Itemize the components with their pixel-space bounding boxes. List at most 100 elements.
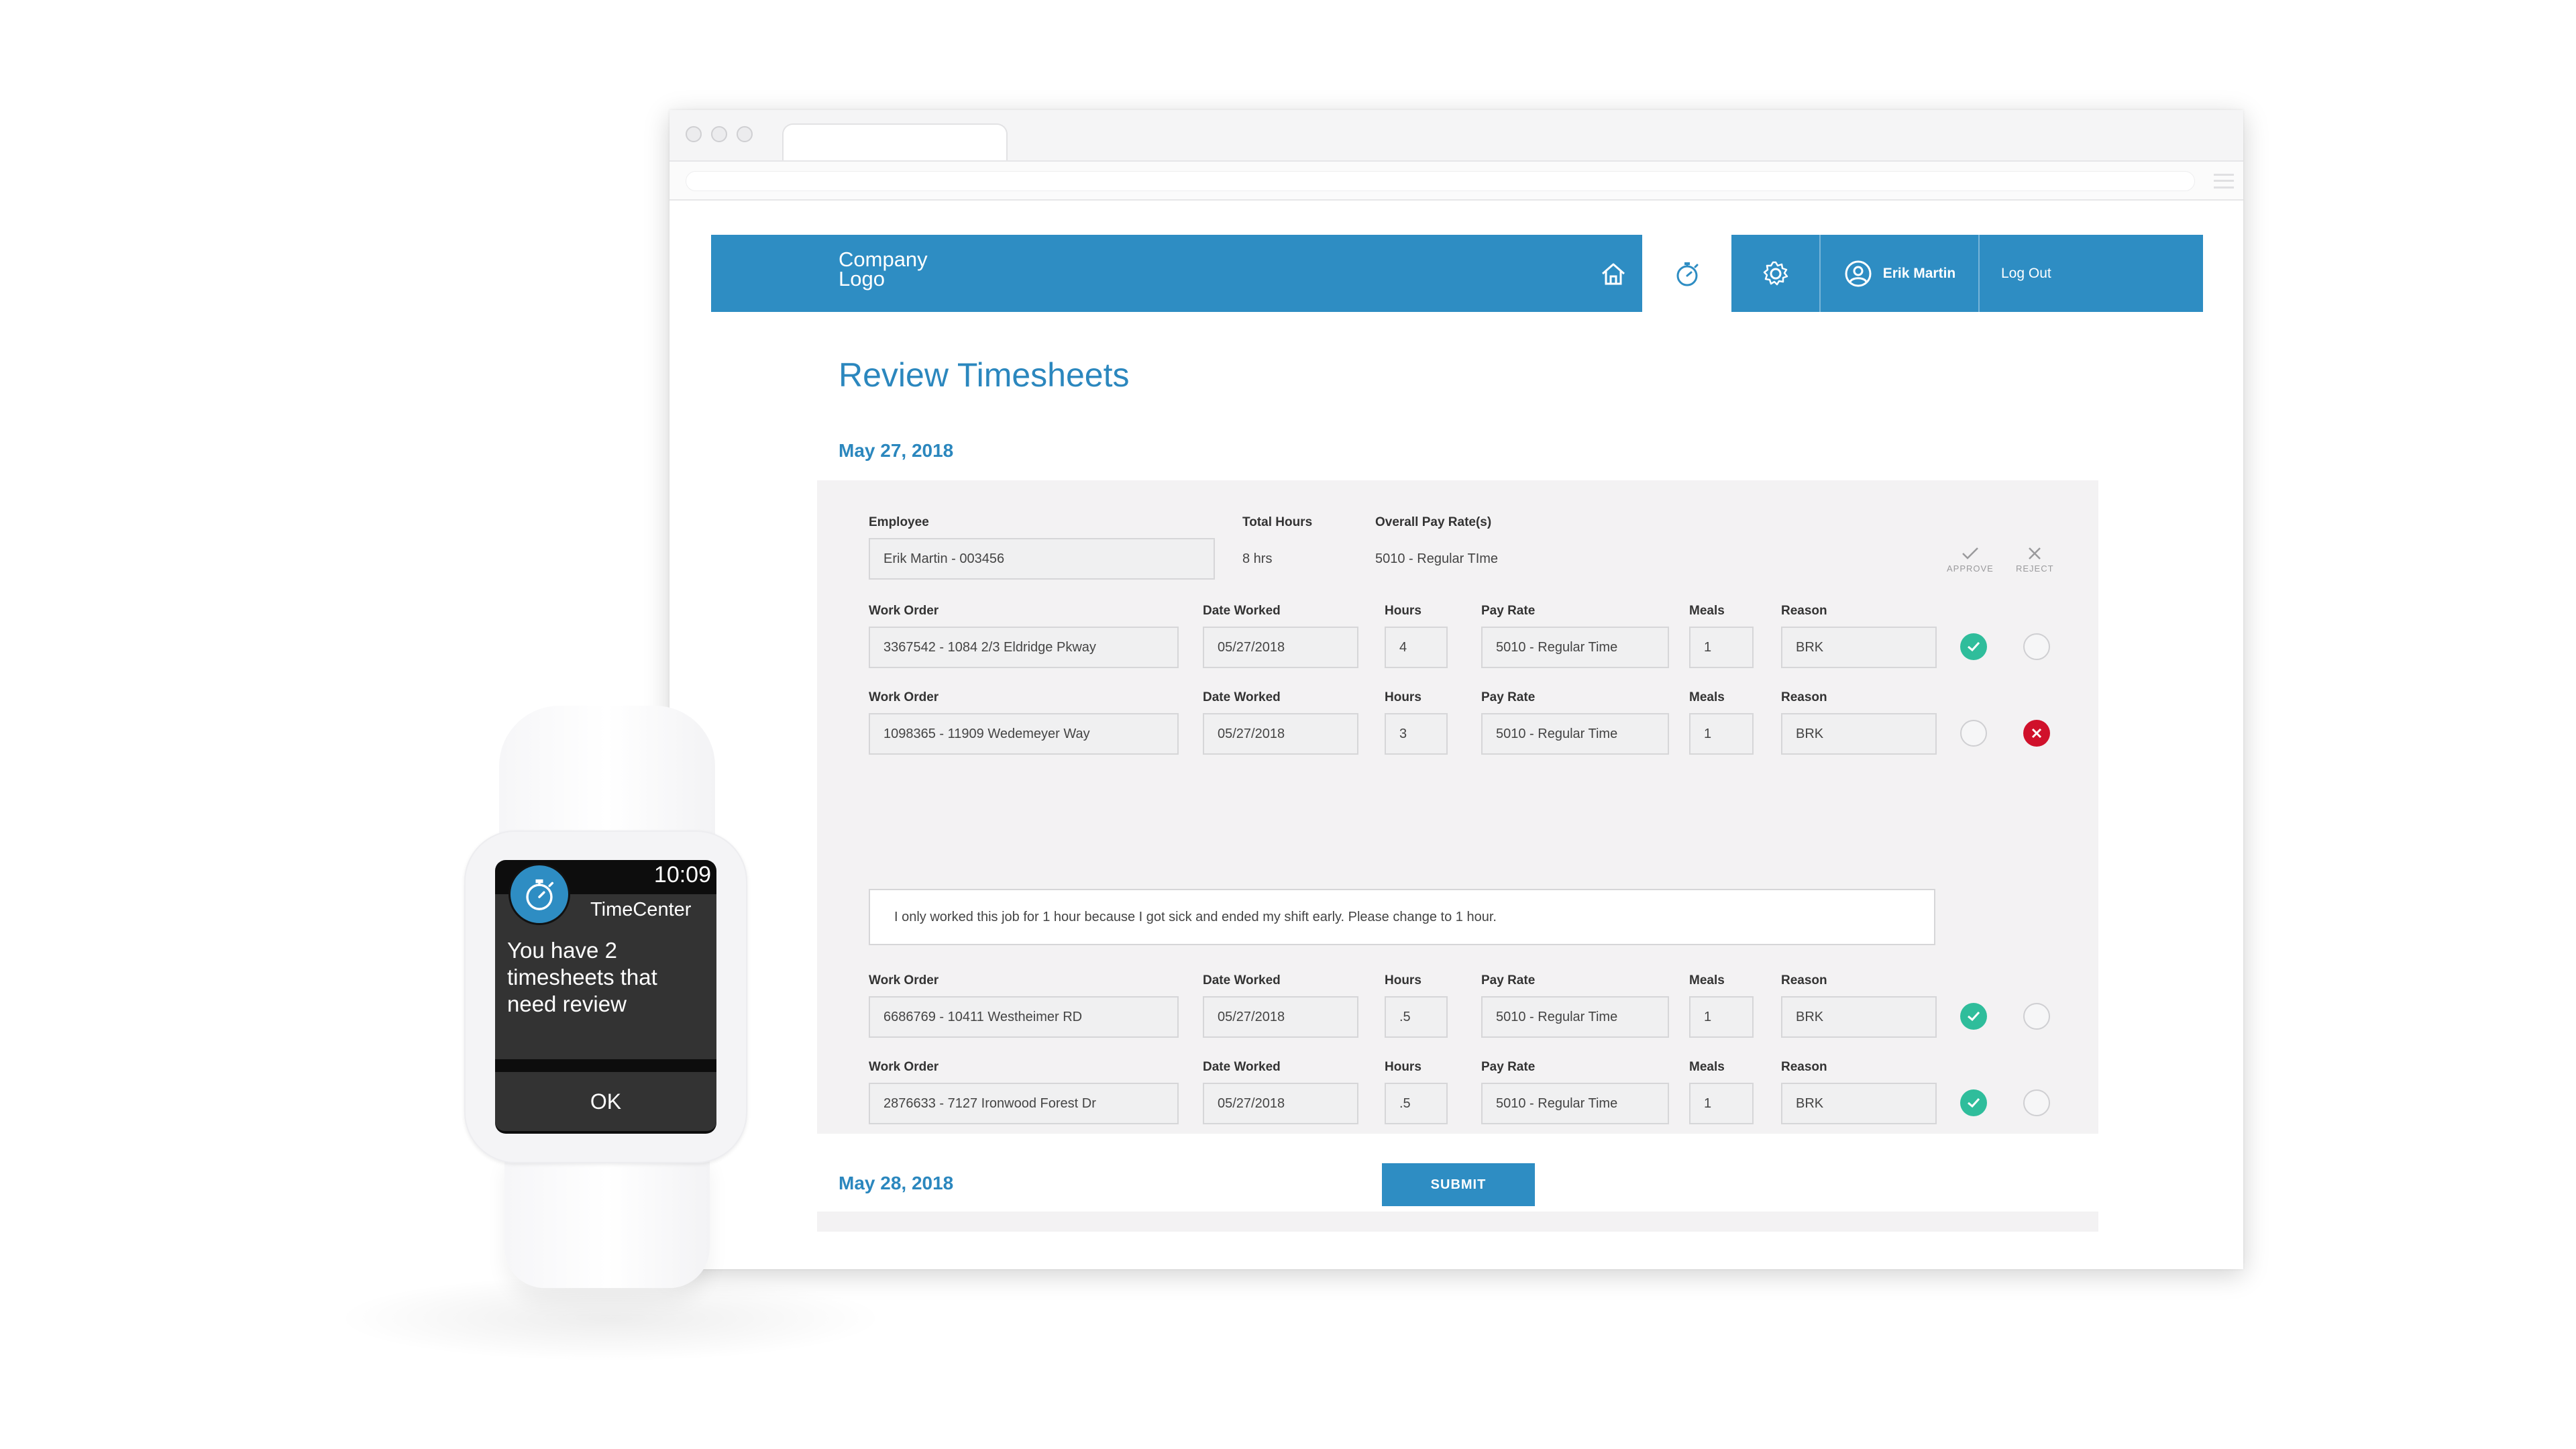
date-heading-2: May 28, 2018 — [839, 1173, 954, 1193]
approve-radio[interactable] — [1960, 633, 1987, 660]
date-worked-label: Date Worked — [1203, 973, 1281, 987]
pay-rate-col-label: Pay Rate — [1481, 604, 1536, 618]
date-worked-field[interactable]: 05/27/2018 — [1203, 627, 1358, 668]
reject-radio[interactable] — [2023, 1003, 2050, 1030]
logout-label: Log Out — [2001, 265, 2051, 281]
work-order-label: Work Order — [869, 604, 939, 618]
watch-band-bottom — [504, 1154, 710, 1288]
nav-timesheets[interactable] — [1642, 235, 1731, 312]
pay-rate-field[interactable]: 5010 - Regular Time — [1481, 713, 1669, 755]
approve-all-button[interactable]: APPROVE — [1947, 546, 1994, 574]
gear-icon — [1763, 261, 1788, 285]
pay-rate-field[interactable]: 5010 - Regular Time — [1481, 627, 1669, 668]
hours-field[interactable]: .5 — [1385, 1083, 1448, 1124]
hours-field[interactable]: 4 — [1385, 627, 1448, 668]
logo-text: Company Logo — [839, 248, 928, 290]
date-worked-field[interactable]: 05/27/2018 — [1203, 713, 1358, 755]
x-icon — [2031, 728, 2042, 739]
employee-label: Employee — [869, 515, 929, 529]
stopwatch-icon — [526, 879, 554, 910]
minimize-window-button[interactable] — [711, 126, 727, 142]
date-worked-label: Date Worked — [1203, 690, 1281, 704]
reason-label: Reason — [1781, 690, 1827, 704]
watch-screen: TimeCenter 10:09 You have 2 timesheets t… — [495, 860, 716, 1134]
pay-rate-col-label: Pay Rate — [1481, 973, 1536, 987]
browser-tab[interactable] — [782, 123, 1008, 161]
nav-settings[interactable] — [1731, 235, 1821, 312]
meals-field[interactable]: 1 — [1689, 627, 1754, 668]
watch-ok-button[interactable]: OK — [495, 1072, 716, 1131]
window-controls — [686, 126, 753, 142]
hours-label: Hours — [1385, 690, 1421, 704]
maximize-window-button[interactable] — [737, 126, 753, 142]
check-icon — [1968, 1011, 1980, 1022]
approve-radio[interactable] — [1960, 1089, 1987, 1116]
browser-menu-icon[interactable] — [2214, 174, 2234, 189]
work-order-label: Work Order — [869, 1060, 939, 1074]
reject-radio[interactable] — [2023, 720, 2050, 747]
reject-radio[interactable] — [2023, 633, 2050, 660]
date-worked-label: Date Worked — [1203, 604, 1281, 618]
app-header: Company Logo Erik Martin Log Out — [711, 235, 2203, 312]
pay-rate-col-label: Pay Rate — [1481, 1060, 1536, 1074]
user-name: Erik Martin — [1882, 265, 1956, 281]
meals-label: Meals — [1689, 604, 1725, 618]
work-order-field[interactable]: 2876633 - 7127 Ironwood Forest Dr — [869, 1083, 1179, 1124]
meals-field[interactable]: 1 — [1689, 713, 1754, 755]
watch-app-name: TimeCenter — [590, 898, 692, 920]
company-logo[interactable]: Company Logo — [839, 248, 928, 290]
stopwatch-icon — [1676, 262, 1698, 286]
hours-label: Hours — [1385, 1060, 1421, 1074]
rejection-comment-field[interactable]: I only worked this job for 1 hour becaus… — [869, 889, 1935, 945]
pay-rate-value: 5010 - Regular TIme — [1375, 551, 1499, 566]
meals-field[interactable]: 1 — [1689, 1083, 1754, 1124]
submit-button[interactable]: SUBMIT — [1382, 1163, 1535, 1206]
hours-label: Hours — [1385, 973, 1421, 987]
work-order-field[interactable]: 6686769 - 10411 Westheimer RD — [869, 996, 1179, 1038]
nav-home[interactable] — [1587, 235, 1640, 312]
date-heading-1: May 27, 2018 — [839, 440, 954, 461]
home-icon — [1602, 263, 1625, 284]
approve-radio[interactable] — [1960, 1003, 1987, 1030]
browser-window: Company Logo Erik Martin Log Out Review … — [669, 110, 2243, 1269]
reason-field[interactable]: BRK — [1781, 713, 1937, 755]
reason-field[interactable]: BRK — [1781, 996, 1937, 1038]
timesheet-panel-next — [817, 1212, 2098, 1232]
nav-user-profile[interactable]: Erik Martin — [1821, 235, 1980, 312]
approve-radio[interactable] — [1960, 720, 1987, 747]
check-icon — [1968, 641, 1980, 652]
reject-radio[interactable] — [2023, 1089, 2050, 1116]
work-order-field[interactable]: 1098365 - 11909 Wedemeyer Way — [869, 713, 1179, 755]
pay-rate-field[interactable]: 5010 - Regular Time — [1481, 996, 1669, 1038]
pay-rate-label: Overall Pay Rate(s) — [1375, 515, 1492, 529]
watch-notification-message: You have 2 timesheets that need review — [495, 925, 716, 1059]
hours-label: Hours — [1385, 604, 1421, 618]
date-worked-field[interactable]: 05/27/2018 — [1203, 996, 1358, 1038]
reason-label: Reason — [1781, 1060, 1827, 1074]
work-order-field[interactable]: 3367542 - 1084 2/3 Eldridge Pkway — [869, 627, 1179, 668]
check-icon — [1968, 1097, 1980, 1108]
meals-label: Meals — [1689, 973, 1725, 987]
reason-field[interactable]: BRK — [1781, 627, 1937, 668]
check-icon — [1962, 547, 1978, 559]
logout-link[interactable]: Log Out — [2001, 235, 2051, 312]
timecenter-app-icon[interactable] — [508, 863, 570, 925]
hours-field[interactable]: 3 — [1385, 713, 1448, 755]
close-window-button[interactable] — [686, 126, 702, 142]
address-bar[interactable] — [686, 171, 2195, 191]
work-order-label: Work Order — [869, 690, 939, 704]
reason-label: Reason — [1781, 604, 1827, 618]
pay-rate-col-label: Pay Rate — [1481, 690, 1536, 704]
pay-rate-field[interactable]: 5010 - Regular Time — [1481, 1083, 1669, 1124]
reason-field[interactable]: BRK — [1781, 1083, 1937, 1124]
hours-field[interactable]: .5 — [1385, 996, 1448, 1038]
employee-field[interactable]: Erik Martin - 003456 — [869, 538, 1215, 580]
user-icon — [1845, 260, 1872, 286]
meals-field[interactable]: 1 — [1689, 996, 1754, 1038]
page-title: Review Timesheets — [839, 356, 1130, 394]
browser-toolbar — [669, 160, 2243, 201]
date-worked-label: Date Worked — [1203, 1060, 1281, 1074]
date-worked-field[interactable]: 05/27/2018 — [1203, 1083, 1358, 1124]
watch-time: 10:09 — [653, 862, 711, 888]
reject-all-button[interactable]: REJECT — [2016, 546, 2054, 574]
